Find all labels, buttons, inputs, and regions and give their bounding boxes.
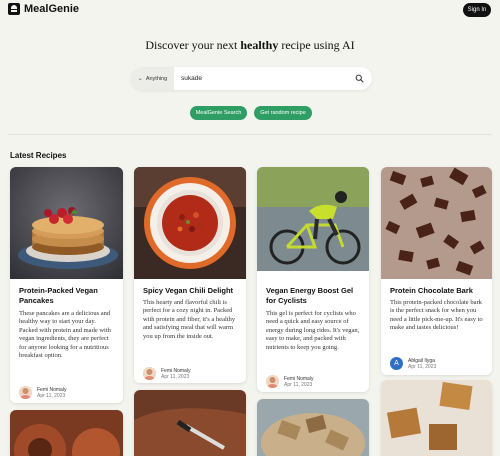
recipe-author: A Abigail Ilyga Apr 11, 2023 bbox=[390, 357, 436, 370]
recipe-card[interactable]: Protein Chocolate Bark This protein-pack… bbox=[381, 167, 492, 375]
recipe-title[interactable]: Protein-Packed Vegan Pancakes bbox=[19, 286, 114, 306]
recipe-author: Femi Nomaly Apr 11, 2023 bbox=[266, 375, 313, 388]
sign-in-button[interactable]: Sign In bbox=[463, 3, 491, 17]
recipe-card[interactable]: Spicy Vegan Chili Delight This hearty an… bbox=[134, 167, 246, 383]
recipe-card[interactable] bbox=[257, 399, 369, 456]
search-icon[interactable] bbox=[355, 74, 364, 83]
recipe-card[interactable] bbox=[134, 390, 246, 456]
recipe-image bbox=[10, 410, 123, 456]
post-date: Apr 11, 2023 bbox=[37, 392, 66, 399]
recipe-description: This gel is perfect for cyclists who nee… bbox=[266, 310, 360, 351]
search-input[interactable] bbox=[181, 72, 341, 85]
top-nav: MealGenie Sign In bbox=[0, 0, 500, 20]
search-scope-label: Anything bbox=[145, 75, 168, 82]
random-recipe-button[interactable]: Get random recipe bbox=[254, 106, 312, 120]
recipe-card[interactable]: Protein-Packed Vegan Pancakes These panc… bbox=[10, 167, 123, 403]
brand-logo[interactable]: MealGenie bbox=[8, 3, 79, 15]
avatar-image bbox=[143, 367, 156, 380]
recipe-image bbox=[257, 399, 369, 456]
recipe-description: This protein-packed chocolate bark is th… bbox=[390, 299, 483, 332]
latest-recipes-heading: Latest Recipes bbox=[10, 151, 67, 160]
brand-name: MealGenie bbox=[24, 3, 80, 15]
recipe-title[interactable]: Spicy Vegan Chili Delight bbox=[143, 286, 238, 296]
recipe-image bbox=[134, 167, 246, 279]
chevron-down-icon: ⌄ bbox=[137, 76, 143, 82]
hero-title-suffix: recipe using AI bbox=[278, 38, 355, 52]
recipe-author: Femi Nomaly Apr 11, 2023 bbox=[19, 386, 66, 399]
recipe-author: Femi Nomaly Apr 11, 2023 bbox=[143, 367, 190, 380]
hero-title-highlight: healthy bbox=[240, 38, 279, 52]
mealgenie-search-button[interactable]: MealGenie Search bbox=[190, 106, 247, 120]
avatar bbox=[266, 375, 279, 388]
search-bar: ⌄ Anything bbox=[131, 67, 372, 90]
post-date: Apr 11, 2023 bbox=[284, 381, 313, 388]
avatar-image bbox=[19, 386, 32, 399]
recipe-card[interactable]: Vegan Energy Boost Gel for Cyclists This… bbox=[257, 167, 369, 392]
hero-title: Discover your next healthy recipe using … bbox=[0, 38, 500, 53]
search-scope-select[interactable]: ⌄ Anything bbox=[131, 67, 174, 90]
recipe-card[interactable] bbox=[381, 380, 492, 456]
avatar bbox=[143, 367, 156, 380]
recipe-description: This hearty and flavorful chili is perfe… bbox=[143, 299, 236, 340]
recipe-title[interactable]: Protein Chocolate Bark bbox=[390, 286, 485, 296]
post-date: Apr 11, 2023 bbox=[408, 363, 437, 370]
avatar-image bbox=[266, 375, 279, 388]
recipe-image bbox=[134, 390, 246, 456]
hero-title-prefix: Discover your next bbox=[145, 38, 241, 52]
recipe-title[interactable]: Vegan Energy Boost Gel for Cyclists bbox=[266, 286, 361, 306]
recipe-card[interactable] bbox=[10, 410, 123, 456]
chef-hat-icon bbox=[8, 3, 20, 15]
post-date: Apr 11, 2023 bbox=[161, 373, 190, 380]
recipe-image bbox=[381, 167, 492, 279]
recipe-image bbox=[381, 380, 492, 456]
avatar: A bbox=[390, 357, 403, 370]
recipe-description: These pancakes are a delicious and healt… bbox=[19, 310, 111, 360]
recipe-image bbox=[257, 167, 369, 271]
avatar bbox=[19, 386, 32, 399]
divider bbox=[8, 134, 492, 135]
recipe-image bbox=[10, 167, 123, 279]
